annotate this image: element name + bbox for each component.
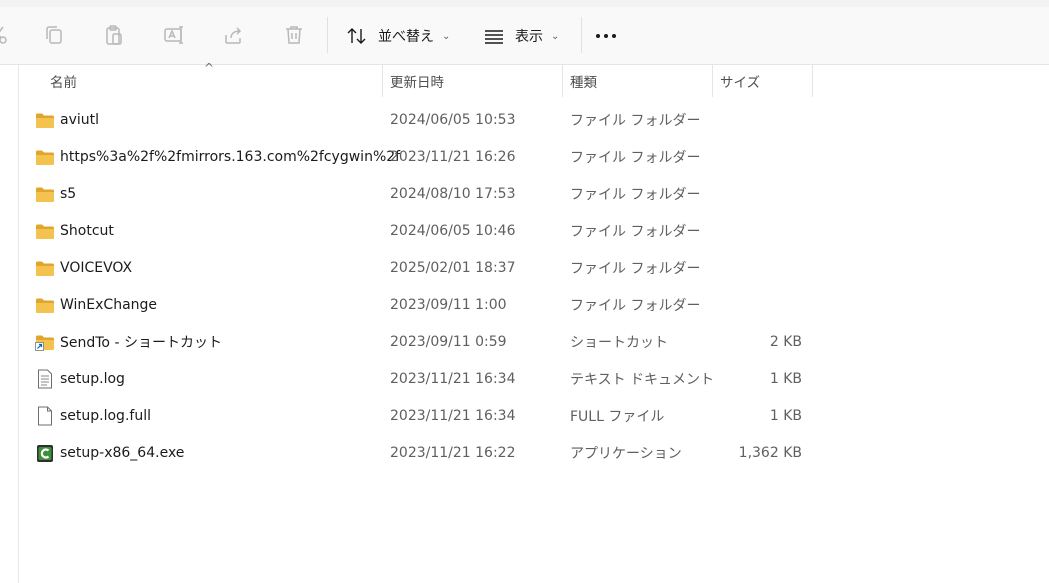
copy-icon[interactable] — [42, 23, 66, 47]
sort-button[interactable]: 並べ替え ⌄ — [346, 20, 450, 52]
file-name: aviutl — [60, 112, 100, 128]
folder-icon — [34, 103, 56, 137]
folder-icon — [34, 214, 56, 248]
file-modified-date: 2024/08/10 17:53 — [390, 186, 516, 202]
share-icon[interactable] — [222, 23, 246, 47]
navigation-pane-edge — [0, 65, 19, 583]
file-size: 1 KB — [769, 371, 802, 387]
file-size — [626, 214, 802, 248]
file-modified-date: 2023/11/21 16:26 — [390, 149, 516, 165]
file-modified-date: 2023/11/21 16:34 — [390, 371, 516, 387]
chevron-down-icon: ⌄ — [551, 30, 560, 42]
file-name: Shotcut — [60, 223, 114, 239]
folder-icon — [34, 251, 56, 285]
folder-icon — [34, 177, 56, 211]
cut-icon[interactable] — [0, 23, 10, 47]
column-divider[interactable] — [562, 65, 563, 97]
folder-shortcut-icon — [34, 325, 56, 359]
delete-icon[interactable] — [282, 23, 306, 47]
file-size: 2 KB — [769, 334, 802, 350]
view-list-icon — [483, 25, 505, 47]
file-name: WinExChange — [60, 297, 158, 313]
column-header-type[interactable]: 種類 — [570, 65, 597, 97]
column-header-name-label: 名前 — [50, 75, 77, 91]
file-row[interactable]: setup.log.full 2023/11/21 16:34 FULL ファイル 1… — [26, 399, 816, 433]
column-header-type-label: 種類 — [570, 75, 597, 91]
cygwin-app-icon — [34, 436, 56, 470]
paste-icon[interactable] — [102, 23, 126, 47]
toolbar-separator — [327, 17, 328, 53]
file-size — [626, 288, 802, 322]
file-modified-date: 2023/09/11 0:59 — [390, 334, 507, 350]
blank-file-icon — [34, 399, 56, 433]
sort-button-label: 並べ替え — [378, 29, 434, 45]
file-modified-date: 2025/02/01 18:37 — [390, 260, 516, 276]
column-header-name[interactable]: 名前 — [50, 65, 77, 97]
file-row[interactable]: SendTo - ショートカット 2023/09/11 0:59 ショートカット 2 … — [26, 325, 816, 359]
column-header-size[interactable]: サイズ — [720, 65, 760, 97]
file-name: SendTo - ショートカット — [60, 335, 222, 351]
toolbar-separator — [581, 17, 582, 53]
file-size — [626, 177, 802, 211]
view-button[interactable]: 表示 ⌄ — [483, 20, 559, 52]
file-name: setup-x86_64.exe — [60, 445, 185, 461]
file-row[interactable]: setup.log 2023/11/21 16:34 テキスト ドキュメント 1 KB — [26, 362, 816, 396]
file-modified-date: 2023/11/21 16:34 — [390, 408, 516, 424]
file-name: setup.log — [60, 371, 125, 387]
sort-icon — [346, 25, 368, 47]
file-row[interactable]: WinExChange 2023/09/11 1:00 ファイル フォルダー — [26, 288, 816, 322]
file-modified-date: 2023/09/11 1:00 — [390, 297, 507, 313]
file-size — [626, 140, 802, 174]
file-row[interactable]: s5 2024/08/10 17:53 ファイル フォルダー — [26, 177, 816, 211]
file-row[interactable]: setup-x86_64.exe 2023/11/21 16:22 アプリケーション… — [26, 436, 816, 470]
file-list-pane: ^ 名前 更新日時 種類 サイズ aviutl 2024/06/05 10:53 フ… — [0, 61, 1049, 583]
column-header-date[interactable]: 更新日時 — [390, 65, 444, 97]
more-options-icon[interactable] — [596, 31, 626, 41]
column-divider[interactable] — [382, 65, 383, 97]
chevron-down-icon: ⌄ — [442, 30, 451, 42]
file-row[interactable]: aviutl 2024/06/05 10:53 ファイル フォルダー — [26, 103, 816, 137]
folder-icon — [34, 140, 56, 174]
file-modified-date: 2024/06/05 10:53 — [390, 112, 516, 128]
text-document-icon — [34, 362, 56, 396]
file-name: s5 — [60, 186, 77, 202]
file-name: https%3a%2f%2fmirrors.163.com%2fcygwin%2… — [60, 149, 401, 165]
window-top-strip — [0, 0, 1049, 7]
column-divider[interactable] — [812, 65, 813, 97]
file-size: 1 KB — [769, 408, 802, 424]
file-row[interactable]: https%3a%2f%2fmirrors.163.com%2fcygwin%2… — [26, 140, 816, 174]
column-header-size-label: サイズ — [720, 75, 761, 91]
sort-ascending-icon: ^ — [204, 61, 215, 75]
rename-icon[interactable] — [162, 23, 186, 47]
file-modified-date: 2023/11/21 16:22 — [390, 445, 516, 461]
file-size: 1,362 KB — [738, 445, 802, 461]
command-bar: 並べ替え ⌄ 表示 ⌄ — [0, 7, 1049, 65]
column-divider[interactable] — [712, 65, 713, 97]
file-size — [626, 103, 802, 137]
file-name: setup.log.full — [60, 408, 151, 424]
file-modified-date: 2024/06/05 10:46 — [390, 223, 516, 239]
column-header-date-label: 更新日時 — [390, 75, 444, 91]
file-row[interactable]: VOICEVOX 2025/02/01 18:37 ファイル フォルダー — [26, 251, 816, 285]
view-button-label: 表示 — [515, 29, 543, 45]
file-name: VOICEVOX — [60, 260, 133, 276]
folder-icon — [34, 288, 56, 322]
file-size — [626, 251, 802, 285]
file-row[interactable]: Shotcut 2024/06/05 10:46 ファイル フォルダー — [26, 214, 816, 248]
